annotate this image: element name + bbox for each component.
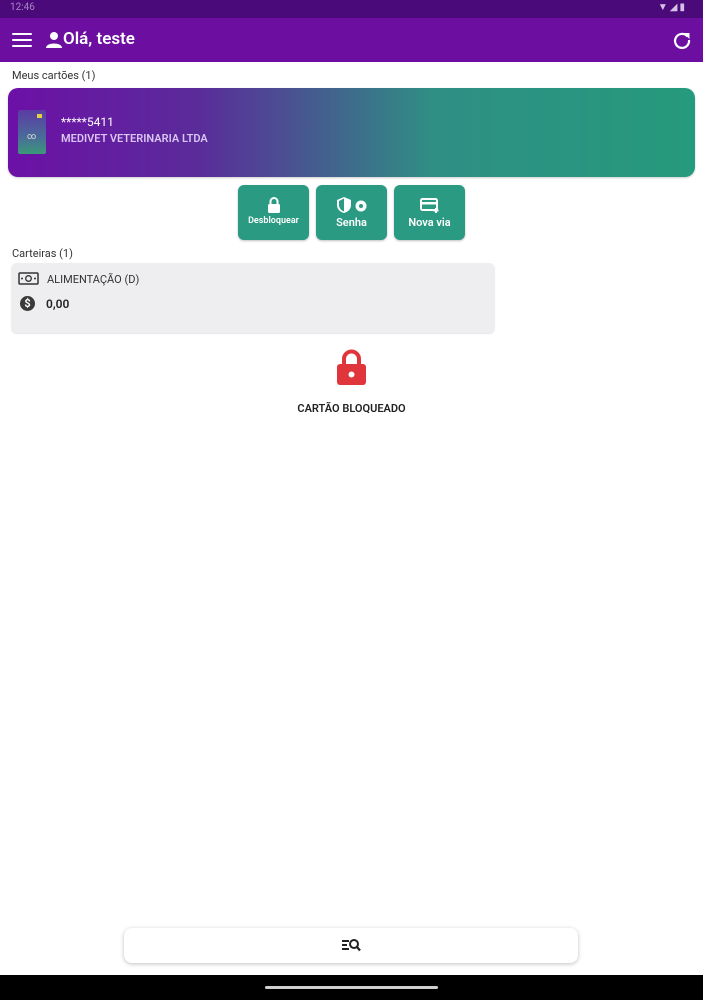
shield-key-icon (336, 197, 366, 213)
lock-icon (267, 197, 280, 213)
status-time: 12:46 (10, 2, 35, 13)
cards-section-label: Meus cartões (1) (12, 69, 96, 82)
card-number: *****5411 (61, 115, 114, 129)
password-label: Senha (336, 216, 367, 229)
app-bar: Olá, teste (0, 18, 703, 62)
card-company: MEDIVET VETERINARIA LTDA (61, 132, 208, 145)
status-bar: 12:46 ▼◢▮ (0, 0, 703, 18)
menu-icon[interactable] (12, 31, 32, 49)
card-thumbnail: ∞ (18, 110, 46, 154)
dollar-icon: $ (20, 296, 35, 311)
filter-search-bar[interactable] (124, 928, 578, 963)
refresh-icon[interactable] (671, 29, 693, 51)
wallet-item[interactable]: ALIMENTAÇÃO (D) $ 0,00 (11, 263, 495, 333)
user-icon (46, 32, 62, 48)
home-handle[interactable] (265, 986, 438, 989)
wallet-name: ALIMENTAÇÃO (D) (47, 273, 140, 286)
new-card-label: Nova via (408, 216, 451, 229)
unlock-label: Desbloquear (248, 216, 299, 226)
wallet-balance: 0,00 (46, 297, 70, 311)
status-icons: ▼◢▮ (657, 2, 687, 13)
blocked-lock-icon (337, 349, 366, 385)
filter-search-icon (342, 939, 361, 952)
unlock-button[interactable]: Desbloquear (238, 185, 309, 240)
card-plus-icon (419, 198, 438, 213)
new-card-button[interactable]: Nova via (394, 185, 465, 240)
system-nav-bar (0, 975, 703, 1000)
greeting-title: Olá, teste (63, 29, 135, 49)
blocked-status-text: CARTÃO BLOQUEADO (297, 402, 406, 415)
wallets-section-label: Carteiras (1) (12, 247, 73, 260)
card-item[interactable]: ∞ *****5411 MEDIVET VETERINARIA LTDA (8, 88, 695, 177)
money-bill-icon (18, 272, 39, 285)
password-button[interactable]: Senha (316, 185, 387, 240)
